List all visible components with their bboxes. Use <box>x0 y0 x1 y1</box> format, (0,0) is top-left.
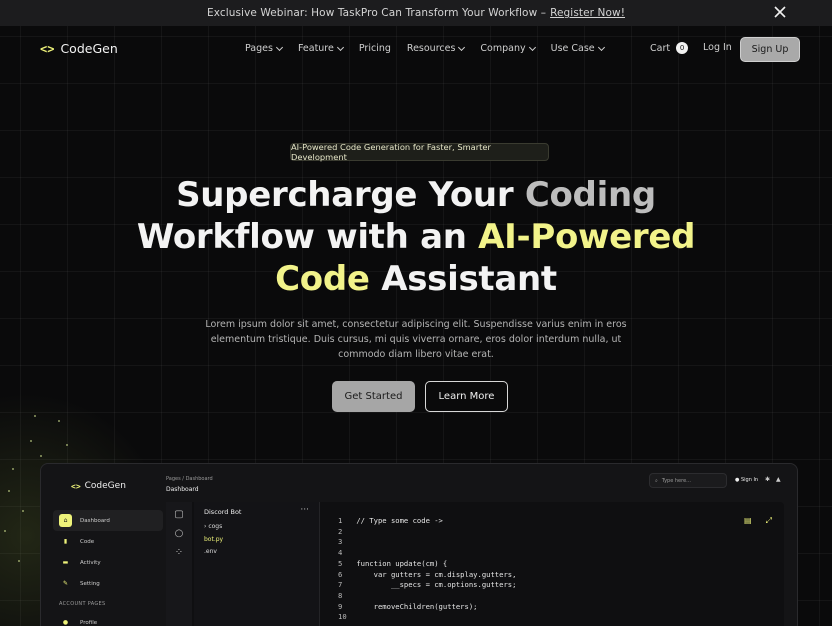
sidebar-item-setting[interactable]: ✎ Setting <box>53 573 163 594</box>
cart-button[interactable]: Cart 0 <box>650 42 689 54</box>
home-icon: ⌂ <box>59 514 72 527</box>
nav-menu: Pages Feature Pricing Resources Company … <box>245 43 605 54</box>
line-number: 10 <box>338 612 347 622</box>
sidebar-item-code[interactable]: ▮ Code <box>53 531 163 552</box>
line-number: 5 <box>338 558 343 568</box>
sidebar-section-title: ACCOUNT PAGES <box>59 601 106 607</box>
chart-icon: ▮ <box>63 538 68 545</box>
line-number: 4 <box>338 548 343 558</box>
search-input[interactable]: ⌕ Type here... <box>649 473 727 488</box>
hero-tagline-pill: AI-Powered Code Generation for Faster, S… <box>290 142 549 162</box>
line-number: 1 <box>338 516 343 525</box>
line-number: 6 <box>338 569 343 579</box>
code-line: 5 function update(cm) { <box>338 559 516 570</box>
bell-icon[interactable]: ▲ <box>776 476 781 483</box>
chevron-down-icon <box>597 43 605 51</box>
nav-item-resources[interactable]: Resources <box>407 43 466 54</box>
top-navbar: <> CodeGen Pages Feature Pricing Resourc… <box>0 26 832 72</box>
code-brackets-icon: <> <box>71 481 81 491</box>
code-text: removeChildren(gutters); <box>352 601 478 611</box>
chevron-down-icon <box>528 43 536 51</box>
code-brackets-icon: <> <box>40 41 55 56</box>
code-text: // Type some code -> <box>352 516 443 525</box>
breadcrumb: Pages / Dashboard <box>166 476 213 482</box>
chevron-down-icon <box>275 43 283 51</box>
line-number: 8 <box>338 590 343 600</box>
sidebar-item-dashboard[interactable]: ⌂ Dashboard <box>53 510 163 531</box>
page-title: Dashboard <box>166 486 199 493</box>
sidebar-item-profile[interactable]: ● Profile <box>53 612 163 626</box>
code-line: 7 __specs = cm.options.gutters; <box>338 580 516 591</box>
login-link[interactable]: Log In <box>703 42 732 53</box>
file-explorer: Discord Bot ··· › cogs bot.py .env <box>194 502 320 626</box>
cart-count-badge: 0 <box>676 42 689 54</box>
announcement-bar: Exclusive Webinar: How TaskPro Can Trans… <box>0 0 832 26</box>
file-item[interactable]: .env <box>204 548 217 555</box>
chevron-down-icon <box>336 43 344 51</box>
logo[interactable]: <> CodeGen <box>40 41 118 56</box>
nav-item-feature[interactable]: Feature <box>298 43 344 54</box>
project-title: Discord Bot <box>204 508 242 516</box>
cart-label: Cart <box>650 42 671 54</box>
file-icon[interactable]: ▢ <box>173 509 185 521</box>
extensions-icon[interactable]: ⁘ <box>173 547 185 559</box>
editor-tools: ▤ ⤢ <box>744 516 772 526</box>
wrench-icon: ✎ <box>62 580 69 587</box>
code-editor[interactable]: 1 // Type some code -> 2 3 4 5 function u… <box>338 516 516 623</box>
code-line: 10 <box>338 612 516 623</box>
code-line: 4 <box>338 548 516 559</box>
code-line: 6 var gutters = cm.display.gutters, <box>338 570 516 581</box>
code-line: 2 <box>338 527 516 538</box>
code-line: 8 <box>338 591 516 602</box>
editor-rail: ▢ ○ ⁘ <box>166 502 192 626</box>
get-started-button[interactable]: Get Started <box>332 381 415 412</box>
code-line: 3 <box>338 537 516 548</box>
card-icon: ▬ <box>62 559 69 566</box>
code-text: __specs = cm.options.gutters; <box>352 580 517 590</box>
gear-icon[interactable]: ✱ <box>765 476 770 483</box>
preview-logo: <> CodeGen <box>71 481 126 491</box>
folder-item[interactable]: › cogs <box>204 523 222 530</box>
code-text: function update(cm) { <box>352 558 448 568</box>
search-icon: ⌕ <box>655 477 658 484</box>
nav-item-company[interactable]: Company <box>480 43 536 54</box>
hero-subtext: Lorem ipsum dolor sit amet, consectetur … <box>205 319 627 360</box>
preview-sidebar: ⌂ Dashboard ▮ Code ▬ Activity ✎ Setting … <box>53 510 163 626</box>
line-number: 2 <box>338 526 343 536</box>
logo-text: CodeGen <box>60 41 118 56</box>
user-icon: ● <box>62 619 69 626</box>
sidebar-item-activity[interactable]: ▬ Activity <box>53 552 163 573</box>
chevron-down-icon <box>458 43 466 51</box>
search-icon[interactable]: ○ <box>173 528 185 540</box>
hero-headline: Supercharge Your Coding Workflow with an… <box>136 175 696 299</box>
code-line: 1 // Type some code -> <box>338 516 516 527</box>
file-item-selected[interactable]: bot.py <box>204 536 223 543</box>
nav-item-pricing[interactable]: Pricing <box>359 43 391 54</box>
expand-icon[interactable]: ⤢ <box>766 516 772 526</box>
more-icon[interactable]: ··· <box>300 505 309 515</box>
code-text: var gutters = cm.display.gutters, <box>352 569 517 579</box>
announcement-text: Exclusive Webinar: How TaskPro Can Trans… <box>206 7 547 19</box>
close-icon[interactable] <box>772 4 788 20</box>
line-number: 3 <box>338 537 343 547</box>
line-number: 9 <box>338 601 343 611</box>
code-line: 9 removeChildren(gutters); <box>338 602 516 613</box>
clipboard-icon[interactable]: ▤ <box>744 516 752 526</box>
register-link[interactable]: Register Now! <box>550 7 625 19</box>
nav-item-use-case[interactable]: Use Case <box>551 43 605 54</box>
app-preview: <> CodeGen ⌂ Dashboard ▮ Code ▬ Activity… <box>40 463 798 626</box>
line-number: 7 <box>338 580 343 590</box>
signin-link[interactable]: ● Sign In <box>735 477 758 483</box>
signup-button[interactable]: Sign Up <box>740 37 800 62</box>
nav-item-pages[interactable]: Pages <box>245 43 283 54</box>
learn-more-button[interactable]: Learn More <box>425 381 508 412</box>
editor-panel: ▢ ○ ⁘ Discord Bot ··· › cogs bot.py .env… <box>166 502 784 626</box>
